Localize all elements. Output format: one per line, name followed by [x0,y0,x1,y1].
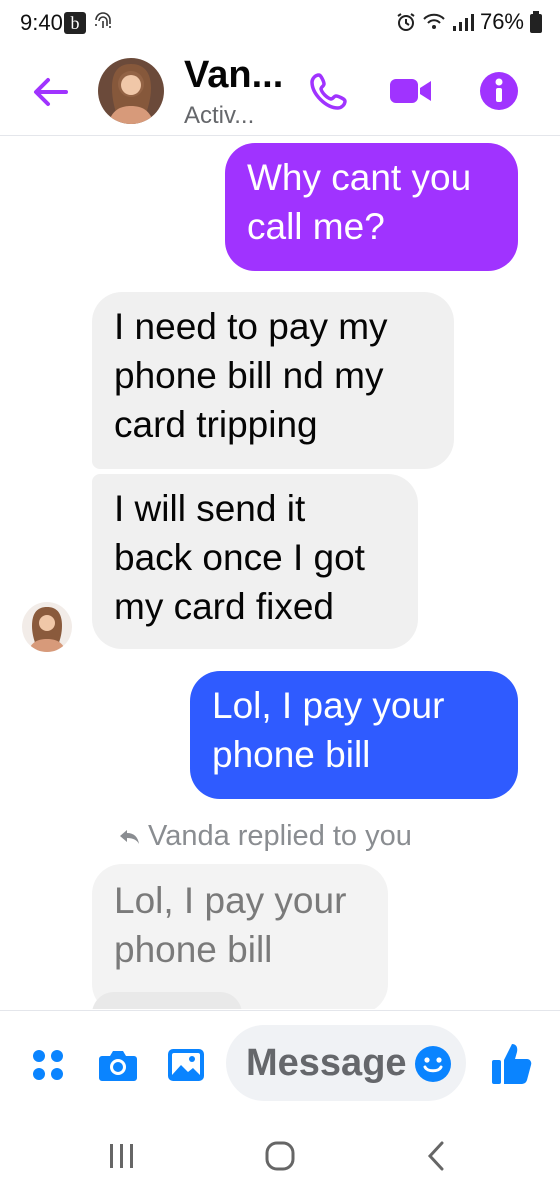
apps-button[interactable] [26,1043,70,1087]
battery-percent: 76% [479,9,524,34]
message-bubble-incoming[interactable]: I need to pay my phone bill nd my card t… [92,292,454,469]
message-line: phone bill [212,734,371,775]
message-line: Lol, I pay your [212,685,445,726]
status-bar: 9:40 b 76% [0,0,560,48]
signal-icon [452,12,474,32]
message-list[interactable]: Why cant you call me? I need to pay my p… [0,137,560,1009]
conversation-info-button[interactable] [474,66,524,116]
message-composer [0,1010,560,1110]
recents-icon [110,1144,133,1168]
system-back-button[interactable] [406,1134,466,1178]
reply-indicator: Vanda replied to you [118,820,412,853]
video-call-button[interactable] [386,66,436,116]
reply-arrow-icon [120,829,139,844]
reply-bubble-partial[interactable] [92,992,242,1009]
status-time: 9:40 [20,10,63,35]
apps-grid-icon [33,1050,63,1080]
message-line: my card fixed [114,586,335,627]
contact-name[interactable]: Van... [184,54,283,97]
info-icon [480,72,518,110]
message-line: call me? [247,206,385,247]
message-line: phone bill nd my [114,355,384,396]
back-arrow-icon [34,78,68,106]
home-icon [265,1141,295,1171]
home-button[interactable] [250,1134,310,1178]
b-app-icon: b [64,12,86,34]
camera-button[interactable] [96,1043,140,1087]
video-camera-icon [390,79,431,103]
quoted-message[interactable]: Lol, I pay your phone bill [92,864,388,1009]
recents-button[interactable] [92,1134,152,1178]
message-bubble-incoming[interactable]: I will send it back once I got my card f… [92,474,418,649]
fingerprint-icon [92,10,114,39]
back-icon [427,1141,444,1171]
message-input[interactable] [246,1025,406,1101]
sender-avatar[interactable] [22,602,72,652]
status-indicators: 76% [396,9,542,35]
camera-icon [99,1051,137,1081]
reply-indicator-text: Vanda replied to you [148,820,412,852]
contact-active-status: Activ... [184,102,255,129]
quoted-line: Lol, I pay your [114,880,347,921]
voice-call-button[interactable] [304,66,354,116]
phone-icon [310,73,347,110]
thumbs-up-icon[interactable] [490,1040,534,1088]
message-line: I need to pay my [114,306,388,347]
message-line: card tripping [114,404,318,445]
gallery-button[interactable] [164,1043,208,1087]
message-line: I will send it [114,488,306,529]
battery-icon [530,11,542,33]
message-bubble-outgoing[interactable]: Why cant you call me? [225,143,518,271]
message-line: back once I got [114,537,365,578]
gallery-icon [168,1049,204,1081]
alarm-icon [396,12,416,32]
message-line: Why cant you [247,157,472,198]
contact-avatar[interactable] [98,58,164,124]
message-input-container[interactable] [226,1025,466,1101]
message-bubble-outgoing[interactable]: Lol, I pay your phone bill [190,671,518,799]
system-navigation-bar [0,1110,560,1200]
quoted-line: phone bill [114,929,273,970]
back-button[interactable] [26,68,74,116]
wifi-icon [422,12,446,32]
conversation-header: Van... Activ... [0,48,560,136]
emoji-icon[interactable] [414,1045,452,1083]
